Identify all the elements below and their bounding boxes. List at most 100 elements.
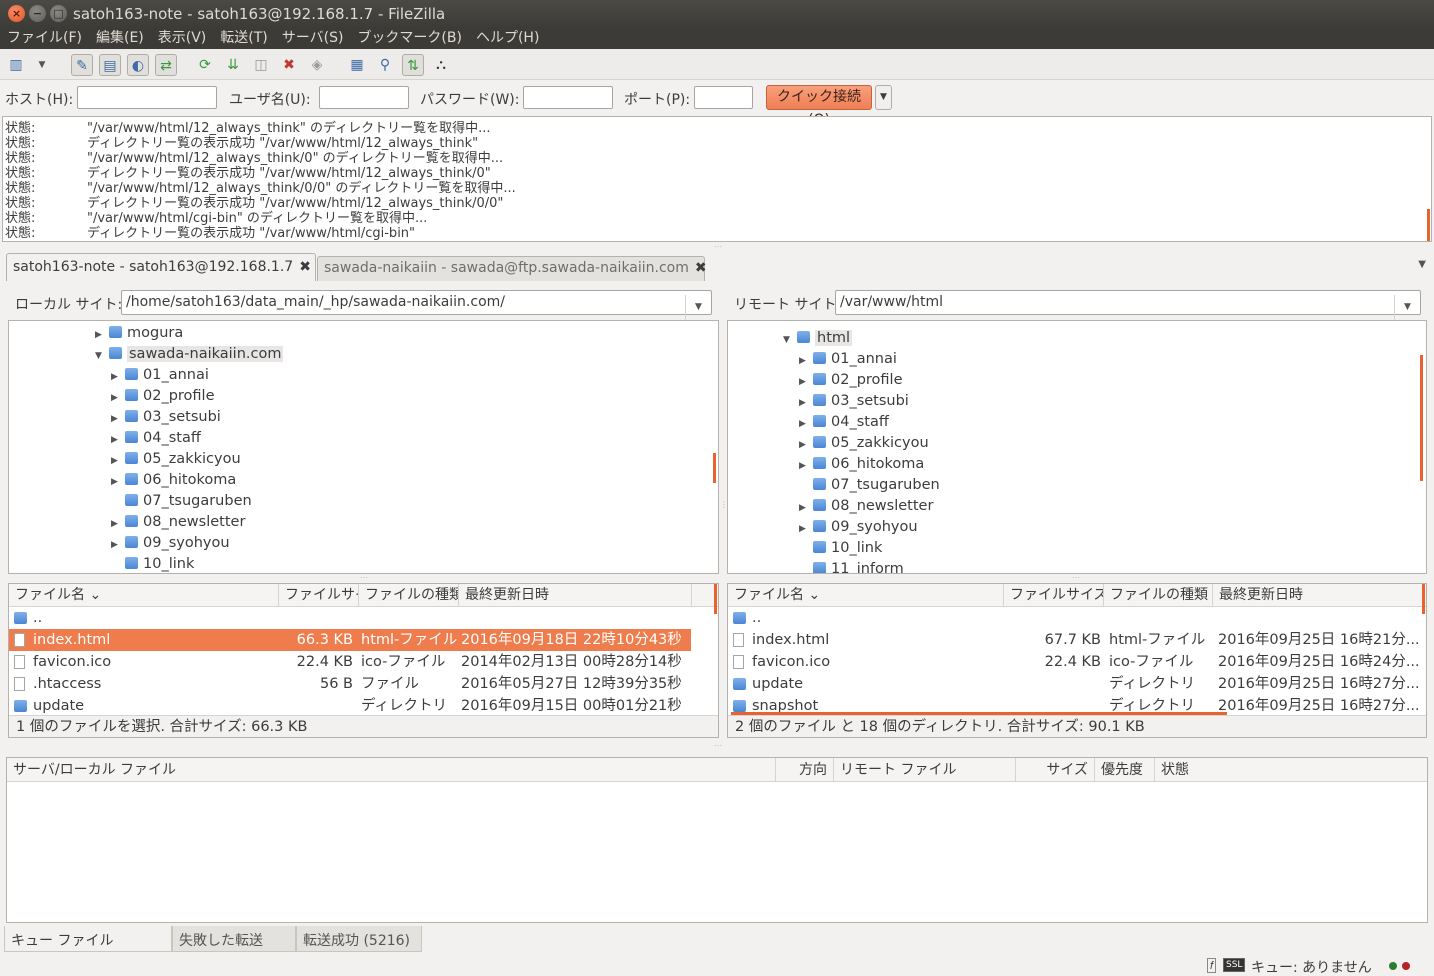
- splitter-grip[interactable]: ⋯: [360, 573, 368, 582]
- menu-transfer[interactable]: 転送(T): [220, 28, 267, 49]
- window-close-button[interactable]: ×: [8, 5, 25, 22]
- expand-arrow-icon[interactable]: ▶: [111, 472, 125, 493]
- tree-item[interactable]: ▶ 01_annai: [111, 365, 209, 386]
- expand-arrow-icon[interactable]: ▶: [799, 519, 813, 540]
- tree-item[interactable]: 07_tsugaruben: [111, 491, 252, 512]
- expand-arrow-icon[interactable]: ▶: [111, 388, 125, 409]
- window-minimize-button[interactable]: −: [29, 5, 46, 22]
- tree-item[interactable]: ▶ 08_newsletter: [111, 512, 245, 533]
- menu-help[interactable]: ヘルプ(H): [476, 28, 539, 49]
- quickconnect-button[interactable]: クイック接続(Q): [766, 85, 872, 128]
- expand-arrow-icon[interactable]: ▶: [799, 372, 813, 393]
- local-path-input[interactable]: /home/satoh163/data_main/_hp/sawada-naik…: [121, 290, 712, 320]
- reconnect-icon[interactable]: ◈: [306, 54, 328, 76]
- tree-item[interactable]: 11_inform: [799, 559, 904, 573]
- column-size[interactable]: サイズ: [1016, 758, 1095, 782]
- remote-file-list[interactable]: ファイル名 ⌄ ファイルサイズ ファイルの種類 最終更新日時 .. index.h…: [727, 583, 1427, 738]
- quickconnect-dropdown-button[interactable]: ▼: [875, 85, 892, 110]
- tree-item[interactable]: ▶ 05_zakkicyou: [111, 449, 241, 470]
- disconnect-icon[interactable]: ✖: [278, 54, 300, 76]
- local-file-list[interactable]: ファイル名 ⌄ ファイルサイ ファイルの種類 最終更新日時 .. index.ht…: [8, 583, 719, 738]
- tree-item[interactable]: ▶ 05_zakkicyou: [799, 433, 929, 454]
- file-row[interactable]: ..: [728, 607, 1422, 629]
- user-input[interactable]: [319, 86, 409, 109]
- remote-path-input[interactable]: /var/www/html ▼: [835, 290, 1421, 320]
- menu-view[interactable]: 表示(V): [158, 28, 207, 49]
- expand-arrow-icon[interactable]: ▶: [95, 325, 109, 346]
- tab-failed-transfers[interactable]: 失敗した転送: [172, 926, 296, 952]
- local-tree[interactable]: ▶ mogura ▼ sawada-naikaiin.com ▶ 01_annai ▶ 02_…: [8, 320, 719, 574]
- refresh-icon[interactable]: ⟳: [194, 54, 216, 76]
- tree-item[interactable]: ▶ 03_setsubi: [799, 391, 909, 412]
- tree-item[interactable]: ▶ 04_staff: [799, 412, 889, 433]
- collapse-arrow-icon[interactable]: ▼: [783, 330, 797, 351]
- column-status[interactable]: 状態: [1155, 758, 1427, 782]
- cancel-operation-icon[interactable]: ◫: [250, 54, 272, 76]
- column-filename[interactable]: ファイル名 ⌄: [9, 584, 279, 607]
- tree-item[interactable]: ▶ 09_syohyou: [111, 533, 230, 554]
- tab-satoh163-note[interactable]: satoh163-note - satoh163@192.168.1.7 ✖: [6, 253, 316, 281]
- tree-item[interactable]: ▶ 09_syohyou: [799, 517, 918, 538]
- tab-close-icon[interactable]: ✖: [299, 259, 311, 275]
- tree-item[interactable]: ▶ 06_hitokoma: [799, 454, 924, 475]
- tree-item[interactable]: ▶ 08_newsletter: [799, 496, 933, 517]
- tree-item[interactable]: ▶ 02_profile: [111, 386, 215, 407]
- column-modified[interactable]: 最終更新日時: [1213, 584, 1424, 607]
- message-log[interactable]: 状態: "/var/www/html/12_always_think" のディレク…: [2, 116, 1432, 242]
- tab-successful-transfers[interactable]: 転送成功 (5216): [296, 926, 422, 952]
- local-path-dropdown-icon[interactable]: ▼: [685, 295, 711, 320]
- column-remote-file[interactable]: リモート ファイル: [834, 758, 1016, 782]
- port-input[interactable]: [694, 86, 753, 109]
- binary-mode-icon[interactable]: 𝑓: [1207, 958, 1217, 973]
- column-filename[interactable]: ファイル名 ⌄: [728, 584, 1004, 607]
- search-remote-icon[interactable]: ⛬: [430, 54, 452, 76]
- remote-list-scrollbar[interactable]: [1422, 584, 1425, 614]
- splitter-grip[interactable]: ⋮: [720, 500, 728, 509]
- file-row[interactable]: .htaccess 56 B ファイル 2016年05月27日 12時39分35秒: [9, 673, 691, 695]
- transfer-queue[interactable]: サーバ/ローカル ファイル 方向 リモート ファイル サイズ 優先度 状態: [6, 757, 1428, 923]
- expand-arrow-icon[interactable]: ▶: [799, 351, 813, 372]
- directory-comparison-icon[interactable]: ▦: [346, 54, 368, 76]
- expand-arrow-icon[interactable]: ▶: [799, 414, 813, 435]
- tree-item[interactable]: ▼ sawada-naikaiin.com: [95, 344, 284, 367]
- remote-tree[interactable]: ▼ html ▶ 01_annai ▶ 02_profile ▶ 03_setsubi ▶ 04_…: [727, 320, 1427, 574]
- file-row[interactable]: index.html 67.7 KB html-ファイル 2016年09月25日 16…: [728, 629, 1422, 651]
- column-filesize[interactable]: ファイルサイズ: [1004, 584, 1104, 607]
- expand-arrow-icon[interactable]: ▶: [111, 514, 125, 535]
- tree-item[interactable]: ▼ html: [783, 328, 853, 351]
- remote-tree-scrollbar[interactable]: [1420, 355, 1423, 481]
- splitter-grip[interactable]: ⋯: [714, 242, 722, 251]
- file-row[interactable]: favicon.ico 22.4 KB ico-ファイル 2014年02月13日 00…: [9, 651, 691, 673]
- file-row[interactable]: favicon.ico 22.4 KB ico-ファイル 2016年09月25日 16…: [728, 651, 1422, 673]
- synchronized-browsing-icon[interactable]: ⇅: [402, 54, 424, 76]
- tabs-menu-icon[interactable]: ▼: [1418, 259, 1426, 270]
- tree-item[interactable]: ▶ mogura: [95, 323, 183, 344]
- tab-close-icon[interactable]: ✖: [695, 260, 707, 276]
- column-filetype[interactable]: ファイルの種類: [359, 584, 459, 607]
- column-modified[interactable]: 最終更新日時: [459, 584, 692, 607]
- filter-icon[interactable]: ⚲: [374, 54, 396, 76]
- expand-arrow-icon[interactable]: ▶: [799, 393, 813, 414]
- tree-item[interactable]: ▶ 06_hitokoma: [111, 470, 236, 491]
- expand-arrow-icon[interactable]: ▶: [111, 367, 125, 388]
- toggle-remote-tree-icon[interactable]: ◐: [127, 54, 149, 76]
- dropdown-arrow-icon[interactable]: ▼: [31, 54, 53, 76]
- window-maximize-button[interactable]: □: [50, 5, 67, 22]
- menu-edit[interactable]: 編集(E): [96, 28, 144, 49]
- column-priority[interactable]: 優先度: [1095, 758, 1155, 782]
- host-input[interactable]: [77, 86, 217, 109]
- column-server-local-file[interactable]: サーバ/ローカル ファイル: [7, 758, 776, 782]
- tree-item[interactable]: ▶ 03_setsubi: [111, 407, 221, 428]
- process-queue-icon[interactable]: ⇊: [222, 54, 244, 76]
- tree-item[interactable]: 07_tsugaruben: [799, 475, 940, 496]
- menu-server[interactable]: サーバ(S): [282, 28, 344, 49]
- menu-file[interactable]: ファイル(F): [7, 28, 82, 49]
- toggle-local-tree-icon[interactable]: ▤: [99, 54, 121, 76]
- tab-sawada-naikaiin[interactable]: sawada-naikaiin - sawada@ftp.sawada-naik…: [317, 256, 707, 281]
- expand-arrow-icon[interactable]: ▶: [111, 535, 125, 556]
- password-input[interactable]: [523, 86, 613, 109]
- expand-arrow-icon[interactable]: ▶: [799, 456, 813, 477]
- expand-arrow-icon[interactable]: ▶: [799, 498, 813, 519]
- tree-item[interactable]: ▶ 01_annai: [799, 349, 897, 370]
- collapse-arrow-icon[interactable]: ▼: [95, 346, 109, 367]
